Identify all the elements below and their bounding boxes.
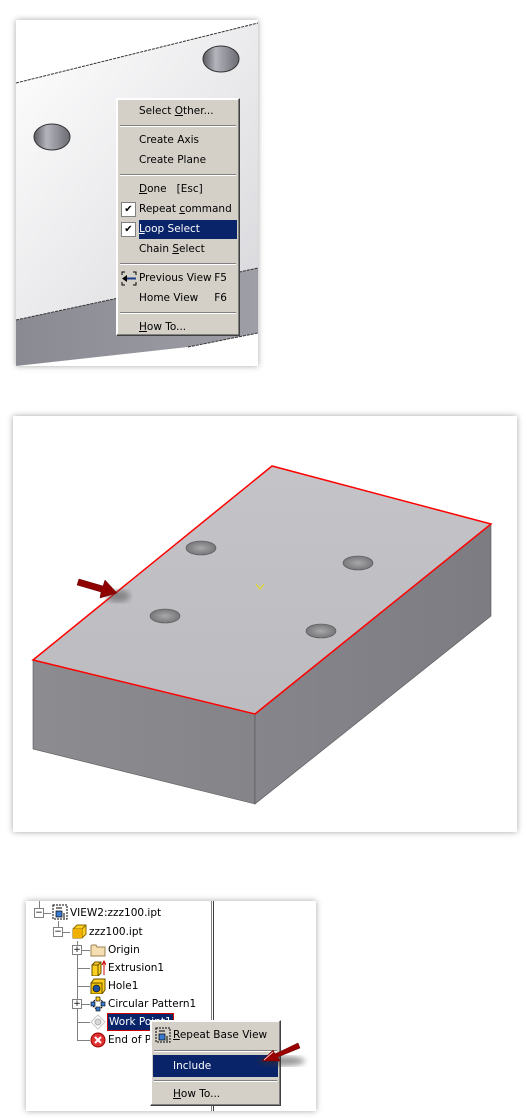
- callout-arrow-icon: [76, 578, 130, 602]
- hole: [185, 540, 217, 556]
- menu-item-how-to[interactable]: How To...: [153, 1084, 278, 1104]
- menu-item-create-plane[interactable]: Create Plane: [119, 151, 237, 170]
- tree-item-hole1[interactable]: Hole1: [108, 978, 138, 994]
- circular-pattern-icon: [90, 996, 106, 1012]
- checkmark-icon: ✔: [121, 222, 136, 237]
- tree-line: [77, 986, 90, 987]
- menu-separator: [154, 1080, 277, 1082]
- screenshot-panel-loop-select-menu: Select Other... Create Axis Create Plane…: [16, 20, 258, 366]
- expand-toggle[interactable]: +: [72, 945, 82, 955]
- hole: [33, 123, 71, 151]
- hole: [305, 623, 337, 639]
- collapse-toggle[interactable]: −: [34, 908, 44, 918]
- menu-item-how-to[interactable]: How To...: [119, 318, 237, 337]
- tree-line: [82, 1004, 90, 1005]
- tree-line: [77, 1040, 90, 1041]
- drawing-view-icon: [155, 1027, 171, 1043]
- drawing-view-icon: [52, 904, 68, 920]
- tree-line: [77, 941, 78, 1041]
- menu-item-select-other[interactable]: Select Other...: [119, 102, 237, 121]
- checkmark-icon: ✔: [121, 202, 136, 217]
- folder-icon: [90, 944, 106, 957]
- menu-item-repeat-command[interactable]: ✔ Repeat command: [119, 200, 237, 219]
- tree-item-part[interactable]: zzz100.ipt: [89, 924, 143, 940]
- tree-line: [77, 1022, 90, 1023]
- tree-line: [77, 968, 90, 969]
- work-point-icon: [90, 1014, 106, 1030]
- menu-item-done[interactable]: Done [Esc]: [119, 180, 237, 199]
- expand-toggle[interactable]: +: [72, 999, 82, 1009]
- menu-separator: [120, 263, 236, 265]
- end-of-part-icon: [90, 1032, 106, 1048]
- menu-item-create-axis[interactable]: Create Axis: [119, 131, 237, 150]
- collapse-toggle[interactable]: −: [53, 927, 63, 937]
- hole: [342, 555, 374, 571]
- tree-item-circular-pattern1[interactable]: Circular Pattern1: [108, 996, 196, 1012]
- tree-item-extrusion1[interactable]: Extrusion1: [108, 960, 164, 976]
- part-viewport[interactable]: [13, 416, 517, 832]
- part-icon: [72, 924, 87, 939]
- menu-item-loop-select[interactable]: ✔ Loop Select: [119, 220, 237, 239]
- menu-item-highlight: Loop Select: [139, 220, 237, 239]
- tree-item-origin[interactable]: Origin: [108, 942, 140, 958]
- screenshot-panel-browser-include: − VIEW2:zzz100.ipt − zzz100.ipt + Origin…: [26, 901, 316, 1111]
- hole: [149, 608, 181, 624]
- tree-line: [82, 950, 90, 951]
- menu-separator: [120, 174, 236, 176]
- menu-item-previous-view[interactable]: Previous View F5: [119, 269, 237, 288]
- hole-icon: [90, 978, 106, 994]
- hole: [202, 45, 240, 73]
- previous-view-icon: [121, 271, 137, 286]
- tree-item-view2[interactable]: VIEW2:zzz100.ipt: [70, 905, 161, 921]
- menu-separator: [120, 125, 236, 127]
- menu-separator: [120, 312, 236, 314]
- menu-item-chain-select[interactable]: Chain Select: [119, 240, 237, 259]
- tree-line: [62, 932, 70, 933]
- menu-item-home-view[interactable]: Home View F6: [119, 289, 237, 308]
- extrusion-icon: [91, 960, 106, 976]
- screenshot-panel-selected-loop: [13, 416, 517, 832]
- tree-line: [43, 913, 51, 914]
- context-menu: Select Other... Create Axis Create Plane…: [116, 98, 240, 336]
- callout-arrow-icon: [257, 1042, 305, 1066]
